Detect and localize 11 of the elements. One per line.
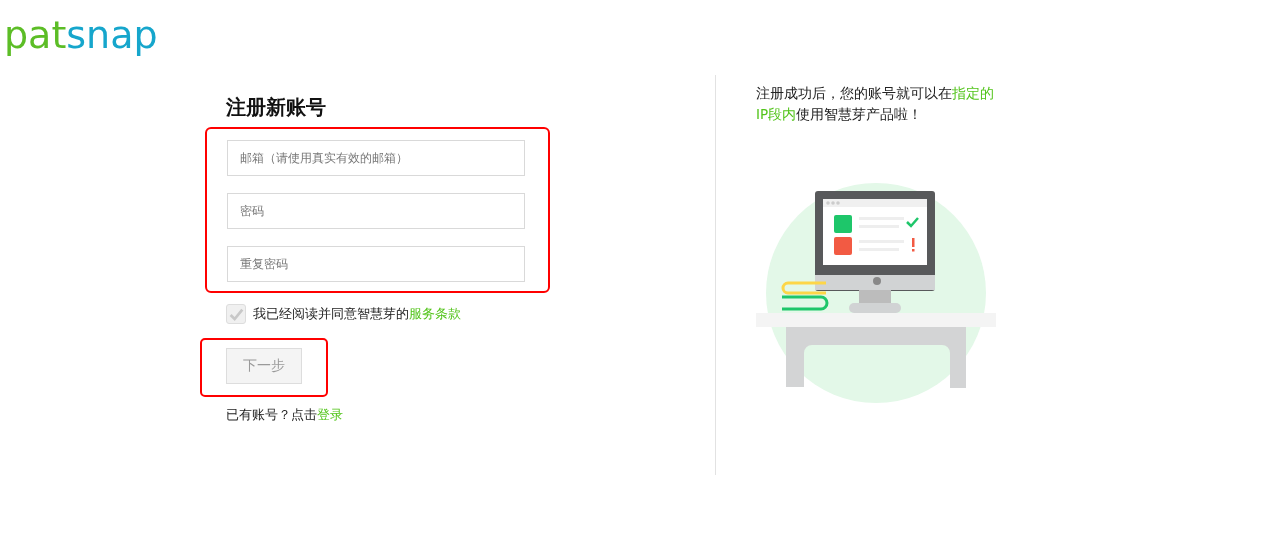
- input-field[interactable]: 密码: [227, 193, 525, 229]
- form-title: 注册新账号: [226, 94, 327, 121]
- login-prompt: 已有账号？点击: [226, 407, 317, 422]
- input-field[interactable]: 邮箱（请使用真实有效的邮箱）: [227, 140, 525, 176]
- checkbox[interactable]: [226, 304, 246, 324]
- info-text: 注册成功后，您的账号就可以在指定的IP段内使用智慧芽产品啦！: [756, 84, 995, 124]
- patsnap-logo: patsnap: [4, 12, 158, 58]
- input-field[interactable]: 重复密码: [227, 246, 525, 282]
- agreement-text: 我已经阅读并同意智慧芽的: [253, 305, 409, 323]
- login-link[interactable]: 登录: [317, 407, 343, 422]
- terms-link[interactable]: 服务条款: [409, 305, 461, 323]
